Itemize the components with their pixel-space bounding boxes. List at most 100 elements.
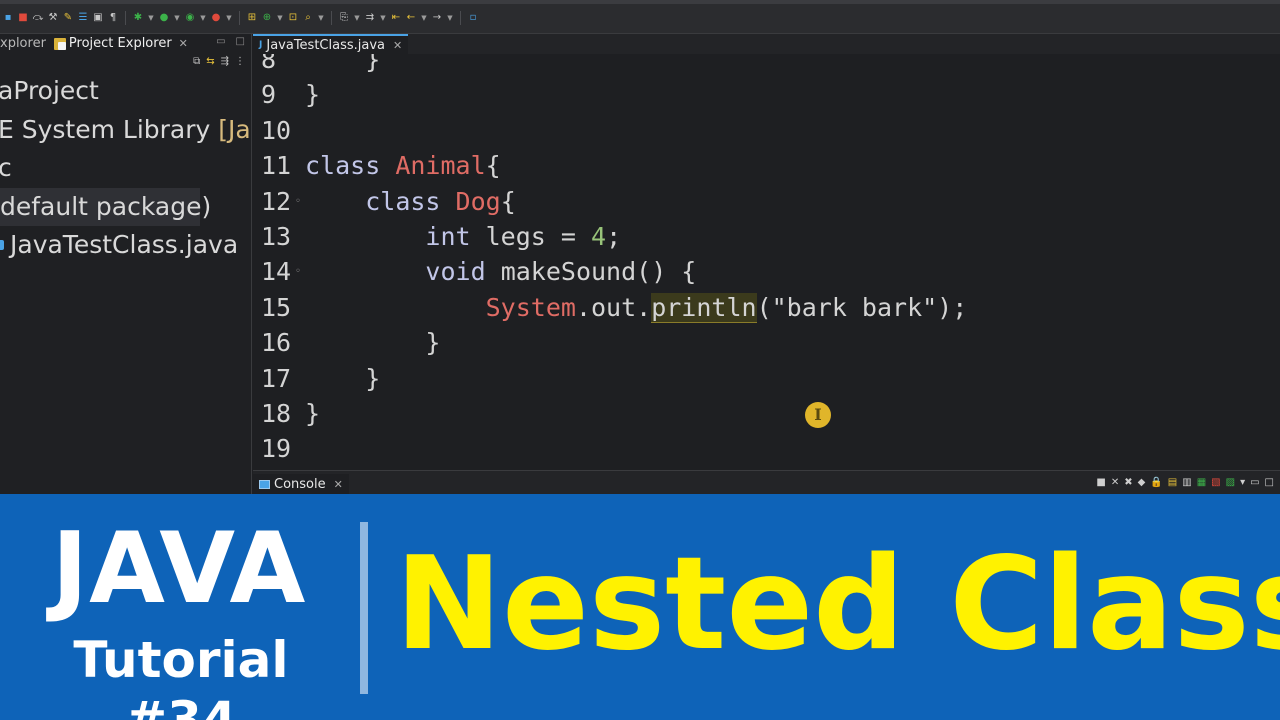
forward-icon[interactable]: →: [431, 12, 443, 24]
line-code: class Dog{: [365, 186, 516, 216]
skip-icon[interactable]: ⤼: [32, 12, 44, 24]
code-area: 8 } 9 } 10 11 class Animal{ 12 ◦ class D…: [253, 54, 1280, 467]
forward-dropdown-icon[interactable]: ▼: [446, 14, 454, 22]
last-edit-icon[interactable]: ⇤: [390, 12, 402, 24]
run-icon[interactable]: ●: [158, 12, 170, 24]
line-code: }: [365, 363, 381, 393]
console-tab-bar: Console ✕ ■ ✕ ✖ ◆ 🔒 ▤ ▥ ▦ ▧ ▨ ▾ ▭ □: [253, 470, 1280, 494]
fold-marker-icon[interactable]: ◦: [295, 254, 301, 289]
new-class-icon[interactable]: ⊕: [261, 12, 273, 24]
show-output-icon[interactable]: ▥: [1182, 477, 1191, 488]
stop-icon[interactable]: ■: [17, 12, 29, 24]
toolbar-separator: [331, 11, 332, 25]
line-number: 13: [261, 221, 292, 251]
filter-icon[interactable]: ⇶: [221, 56, 229, 67]
line-code: class Animal{: [305, 151, 501, 181]
clear-console-icon[interactable]: ◆: [1138, 477, 1146, 488]
tab-javatestclass[interactable]: J JavaTestClass.java ✕: [253, 34, 409, 54]
code-line: 12 ◦ class Dog{: [253, 184, 1280, 219]
minimize-icon[interactable]: ▭: [1250, 477, 1259, 488]
save-icon[interactable]: ▪: [2, 12, 14, 24]
window-icon[interactable]: ▣: [92, 12, 104, 24]
tab-project-explorer[interactable]: Project Explorer ✕: [50, 34, 192, 54]
line-number: 10: [261, 115, 292, 145]
line-number: 15: [261, 292, 292, 322]
collapse-all-icon[interactable]: ⧉: [193, 56, 200, 67]
line-number: 18: [261, 398, 292, 428]
close-icon[interactable]: ✕: [393, 39, 402, 52]
panel-toolbar: ⧉ ⇆ ⇶ ⋮: [193, 56, 245, 67]
editor-tab-label: JavaTestClass.java: [266, 37, 385, 53]
library-version: [Java: [218, 114, 251, 144]
maximize-icon[interactable]: □: [236, 36, 245, 47]
remove-all-icon[interactable]: ✖: [1124, 477, 1132, 488]
build-icon[interactable]: ⚒: [47, 12, 59, 24]
new-package-icon[interactable]: ⊞: [246, 12, 258, 24]
code-line: 16 }: [253, 325, 1280, 360]
pin-icon[interactable]: ▫: [467, 12, 479, 24]
new-class-dropdown-icon[interactable]: ▼: [276, 14, 284, 22]
pin-console-icon[interactable]: ▦: [1197, 477, 1206, 488]
close-icon[interactable]: ✕: [334, 478, 343, 491]
edit-icon[interactable]: ✎: [62, 12, 74, 24]
open-task-icon[interactable]: ⎘: [338, 12, 350, 24]
line-code: }: [305, 54, 381, 74]
console-icon: [259, 479, 270, 489]
fold-marker-icon[interactable]: ◦: [295, 184, 301, 219]
back-dropdown-icon[interactable]: ▼: [420, 14, 428, 22]
back-icon[interactable]: ←: [405, 12, 417, 24]
panel-tab-bar: xplorer Project Explorer ✕: [0, 34, 251, 54]
display-console-icon[interactable]: ▧: [1211, 477, 1220, 488]
scroll-lock-icon[interactable]: 🔒: [1150, 477, 1162, 488]
run-dropdown-icon[interactable]: ▼: [173, 14, 181, 22]
line-code: int legs = 4;: [425, 221, 622, 251]
tutorial-banner: JAVA Tutorial #34 Nested Class: [0, 494, 1280, 720]
panel-window-controls: ▭ □: [216, 36, 245, 47]
external-tools-dropdown-icon[interactable]: ▼: [225, 14, 233, 22]
search-icon[interactable]: ⌕: [302, 12, 314, 24]
tree-item-src[interactable]: c: [0, 149, 251, 188]
mouse-cursor-icon: I: [805, 402, 831, 428]
tab-console[interactable]: Console ✕: [253, 474, 349, 494]
paragraph-icon[interactable]: ¶: [107, 12, 119, 24]
tree-item-project[interactable]: aProject: [0, 72, 251, 111]
tree-item-label: c: [0, 149, 12, 188]
view-menu-icon[interactable]: ⋮: [235, 56, 245, 67]
tree-item-library[interactable]: E System Library [Java: [0, 111, 251, 150]
tree-item-file[interactable]: JavaTestClass.java: [0, 226, 251, 265]
line-number: 19: [261, 434, 292, 464]
task-dropdown-icon[interactable]: ▼: [353, 14, 361, 22]
banner-topic: Nested Class: [395, 530, 1280, 679]
debug-dropdown-icon[interactable]: ▼: [147, 14, 155, 22]
open-type-icon[interactable]: ⊡: [287, 12, 299, 24]
java-file-icon: [0, 240, 4, 250]
align-icon[interactable]: ☰: [77, 12, 89, 24]
close-icon[interactable]: ✕: [179, 34, 188, 54]
debug-icon[interactable]: ✱: [132, 12, 144, 24]
line-code: System.out.println("bark bark");: [485, 292, 968, 323]
terminate-icon[interactable]: ■: [1096, 477, 1105, 488]
code-editor[interactable]: 8 } 9 } 10 11 class Animal{ 12 ◦ class D…: [253, 54, 1280, 470]
tab-package-explorer[interactable]: xplorer: [0, 34, 50, 54]
tree-item-label: E System Library [Java: [0, 111, 251, 150]
tree-item-label: aProject: [0, 76, 99, 105]
open-console-icon[interactable]: ▨: [1226, 477, 1235, 488]
link-editor-icon[interactable]: ⇆: [206, 56, 214, 67]
annotation-icon[interactable]: ⇉: [364, 12, 376, 24]
search-dropdown-icon[interactable]: ▼: [317, 14, 325, 22]
project-explorer-panel: xplorer Project Explorer ✕ ▭ □ ⧉ ⇆ ⇶ ⋮ a…: [0, 34, 252, 494]
annotation-dropdown-icon[interactable]: ▼: [379, 14, 387, 22]
external-tools-icon[interactable]: ●: [210, 12, 222, 24]
project-explorer-icon: [53, 38, 66, 50]
minimize-icon[interactable]: ▭: [216, 36, 225, 47]
console-dropdown-icon[interactable]: ▾: [1240, 477, 1245, 488]
coverage-icon[interactable]: ◉: [184, 12, 196, 24]
remove-launch-icon[interactable]: ✕: [1111, 477, 1119, 488]
coverage-dropdown-icon[interactable]: ▼: [199, 14, 207, 22]
banner-subtitle: Tutorial #34: [73, 631, 289, 720]
word-wrap-icon[interactable]: ▤: [1168, 477, 1177, 488]
tree-item-default-package[interactable]: default package): [0, 187, 211, 226]
console-toolbar: ■ ✕ ✖ ◆ 🔒 ▤ ▥ ▦ ▧ ▨ ▾ ▭ □: [1096, 477, 1274, 488]
line-code: }: [305, 398, 321, 428]
maximize-icon[interactable]: □: [1265, 477, 1274, 488]
